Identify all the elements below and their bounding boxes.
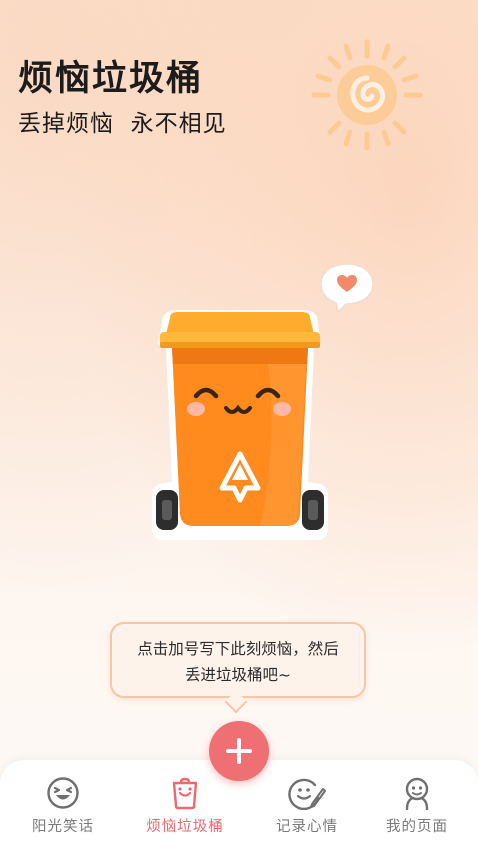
profile-icon — [405, 777, 429, 810]
page-subtitle: 丢掉烦恼 永不相见 — [18, 111, 227, 137]
tab-sunshine-jokes[interactable]: 阳光笑话 — [8, 776, 118, 836]
tip-bubble: 点击加号写下此刻烦恼，然后 丢进垃圾桶吧~ — [110, 622, 366, 698]
trash-can-icon — [172, 777, 198, 810]
tab-label-record-mood: 记录心情 — [276, 819, 338, 835]
tab-label-my-page: 我的页面 — [386, 819, 448, 835]
mood-edit-icon — [288, 778, 326, 810]
sun-icon — [311, 39, 423, 151]
tab-label-sunshine-jokes: 阳光笑话 — [32, 819, 94, 835]
laughing-face-icon — [47, 777, 79, 809]
tab-record-mood[interactable]: 记录心情 — [252, 776, 362, 836]
tab-label-worry-trash-can: 烦恼垃圾桶 — [146, 819, 224, 835]
tab-worry-trash-can[interactable]: 烦恼垃圾桶 — [130, 776, 240, 836]
tip-text-line2: 丢进垃圾桶吧~ — [185, 666, 291, 684]
add-worry-button[interactable] — [209, 721, 269, 781]
page-title: 烦恼垃圾桶 — [18, 59, 204, 99]
tip-text-line1: 点击加号写下此刻烦恼，然后 — [137, 640, 339, 658]
tab-my-page[interactable]: 我的页面 — [362, 776, 472, 836]
trash-bin-illustration — [152, 310, 328, 540]
